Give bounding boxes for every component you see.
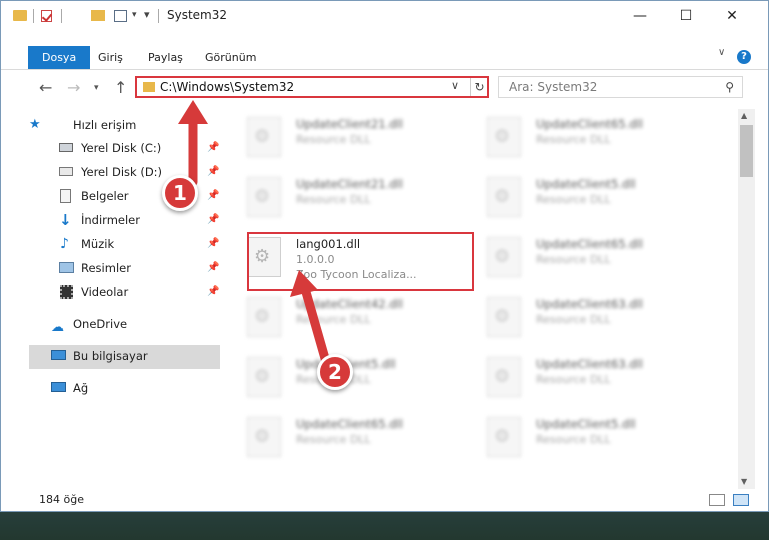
arrow-2 — [290, 270, 331, 367]
callout-badge-2: 2 — [317, 354, 353, 390]
callout-badge-1: 1 — [162, 175, 198, 211]
callout-arrows — [178, 100, 331, 367]
arrow-1 — [178, 100, 208, 187]
